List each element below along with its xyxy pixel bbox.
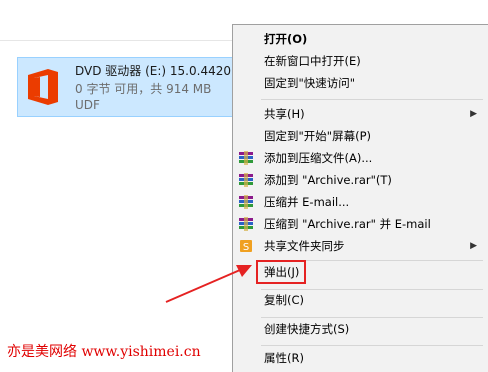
menu-compress-email[interactable]: 压缩并 E-mail...: [233, 191, 488, 213]
drive-free-space: 0 字节 可用，共 914 MB: [75, 82, 212, 96]
menu-properties[interactable]: 属性(R): [233, 347, 488, 369]
menu-separator: [261, 99, 483, 100]
winrar-icon: [239, 217, 253, 231]
watermark-text: 亦是美网络 www.yishimei.cn: [7, 344, 201, 360]
menu-open-new-window-label: 在新窗口中打开(E): [264, 54, 361, 68]
drive-filesystem: UDF: [75, 98, 100, 112]
menu-add-archive-rar-label: 添加到 "Archive.rar"(T): [264, 173, 392, 187]
menu-pin-quick-access-label: 固定到"快速访问": [264, 76, 356, 90]
submenu-arrow-icon: ▶: [470, 109, 477, 119]
dvd-drive-item[interactable]: DVD 驱动器 (E:) 15.0.4420.1 0 字节 可用，共 914 M…: [17, 57, 257, 117]
menu-separator: [261, 345, 483, 346]
menu-add-archive-rar[interactable]: 添加到 "Archive.rar"(T): [233, 169, 488, 191]
menu-share-sync[interactable]: S 共享文件夹同步 ▶: [233, 235, 488, 257]
menu-pin-start[interactable]: 固定到"开始"屏幕(P): [233, 125, 488, 147]
submenu-arrow-icon: ▶: [470, 241, 477, 251]
menu-add-archive-label: 添加到压缩文件(A)...: [264, 151, 373, 165]
menu-add-archive[interactable]: 添加到压缩文件(A)...: [233, 147, 488, 169]
menu-share[interactable]: 共享(H) ▶: [233, 103, 488, 125]
sync-folder-icon: S: [240, 240, 252, 253]
header-divider: [0, 40, 232, 41]
context-menu: 打开(O) 在新窗口中打开(E) 固定到"快速访问" 共享(H) ▶ 固定到"开…: [232, 24, 488, 372]
menu-share-sync-label: 共享文件夹同步: [264, 239, 345, 253]
menu-create-shortcut-label: 创建快捷方式(S): [264, 322, 350, 336]
menu-compress-email-label: 压缩并 E-mail...: [264, 195, 350, 209]
menu-copy-label: 复制(C): [264, 293, 305, 307]
menu-open-new-window[interactable]: 在新窗口中打开(E): [233, 50, 488, 72]
annotation-arrow-icon: [165, 265, 252, 303]
menu-open-label: 打开(O): [264, 32, 308, 46]
winrar-icon: [239, 195, 253, 209]
menu-compress-rar-email[interactable]: 压缩到 "Archive.rar" 并 E-mail: [233, 213, 488, 235]
menu-pin-quick-access[interactable]: 固定到"快速访问": [233, 72, 488, 94]
drive-name: DVD 驱动器 (E:) 15.0.4420.1: [75, 64, 243, 78]
winrar-icon: [239, 151, 253, 165]
svg-text:S: S: [243, 242, 249, 253]
menu-compress-rar-email-label: 压缩到 "Archive.rar" 并 E-mail: [264, 217, 431, 231]
office-logo-icon: [28, 69, 58, 105]
menu-pin-start-label: 固定到"开始"屏幕(P): [264, 129, 371, 143]
eject-highlight-box: [256, 260, 306, 284]
menu-share-label: 共享(H): [264, 107, 305, 121]
menu-copy[interactable]: 复制(C): [233, 289, 488, 311]
menu-open[interactable]: 打开(O): [233, 28, 488, 50]
menu-create-shortcut[interactable]: 创建快捷方式(S): [233, 318, 488, 340]
winrar-icon: [239, 173, 253, 187]
menu-properties-label: 属性(R): [264, 351, 304, 365]
